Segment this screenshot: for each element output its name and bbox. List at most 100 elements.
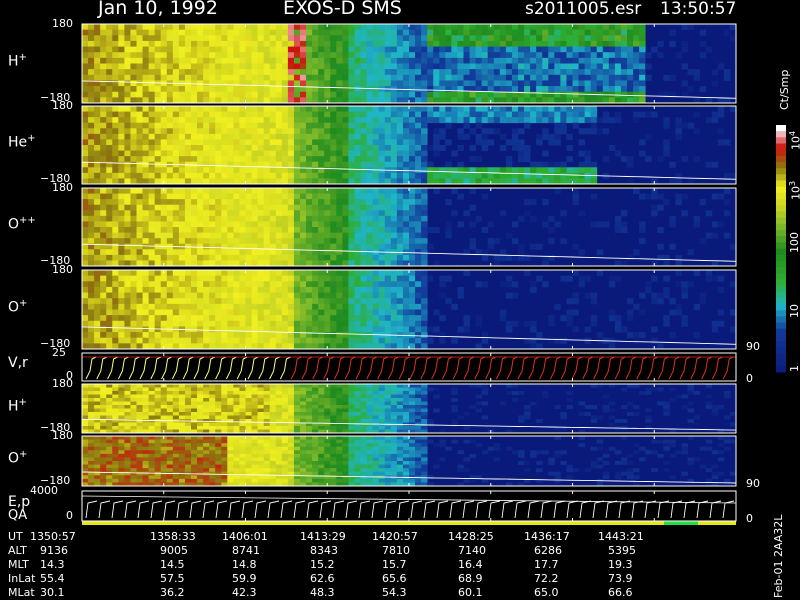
heatmap-cell [251, 391, 259, 395]
heatmap-cell [197, 74, 204, 81]
heatmap-cell [287, 139, 295, 146]
heatmap-cell [263, 227, 271, 233]
heatmap-cell [88, 111, 95, 118]
heatmap-cell [263, 145, 271, 151]
heatmap-cell [554, 40, 561, 47]
heatmap-cell [505, 24, 513, 31]
heatmap-cell [324, 215, 331, 222]
heatmap-cell [239, 412, 246, 416]
heatmap-cell [203, 86, 210, 93]
heatmap-cell [384, 309, 392, 316]
heatmap-cell [384, 150, 392, 157]
heatmap-cell [318, 394, 325, 399]
heatmap-cell [118, 46, 125, 53]
heatmap-cell [342, 412, 349, 416]
heatmap-cell [300, 415, 307, 420]
heatmap-cell [324, 210, 331, 217]
heatmap-cell [112, 204, 119, 211]
heatmap-cell [287, 188, 295, 194]
heatmap-cell [354, 57, 361, 64]
heatmap-cell [614, 227, 622, 233]
heatmap-cell [184, 315, 192, 322]
heatmap-cell [669, 40, 676, 47]
heatmap-cell [596, 249, 604, 256]
heatmap-cell [287, 161, 295, 168]
heatmap-cell [257, 391, 265, 395]
heatmap-cell [318, 69, 325, 76]
heatmap-cell [269, 35, 277, 42]
heatmap-cell [360, 80, 368, 87]
heatmap-cell [221, 391, 228, 395]
heatmap-cell [409, 199, 416, 206]
heatmap-cell [318, 46, 325, 53]
heatmap-cell [281, 193, 289, 200]
heatmap-cell [342, 52, 349, 59]
heatmap-cell [160, 315, 168, 322]
heatmap-cell [433, 167, 440, 174]
heatmap-cell [627, 40, 634, 47]
heatmap-cell [318, 384, 325, 388]
heatmap-cell [166, 332, 174, 339]
heatmap-cell [487, 243, 495, 250]
heatmap-cell [166, 292, 174, 299]
heatmap-cell [112, 167, 119, 174]
heatmap-cell [100, 309, 107, 316]
heatmap-cell [415, 193, 422, 200]
heatmap-cell [415, 343, 422, 350]
heatmap-cell [348, 320, 355, 327]
heatmap-cell [699, 29, 707, 36]
heatmap-cell [614, 117, 622, 124]
heatmap-cell [536, 111, 543, 118]
heatmap-cell [505, 156, 513, 163]
heatmap-cell [154, 193, 162, 200]
heatmap-cell [330, 303, 337, 310]
heatmap-cell [124, 139, 131, 146]
heatmap-cell [160, 422, 168, 427]
heatmap-cell [275, 193, 283, 200]
heatmap-cell [178, 29, 186, 36]
heatmap-cell [124, 150, 131, 157]
heatmap-cell [275, 398, 283, 402]
heatmap-cell [312, 193, 319, 200]
heatmap-cell [148, 156, 156, 163]
heatmap-cell [318, 415, 325, 420]
heatmap-cell [293, 394, 301, 399]
heatmap-cell [251, 286, 259, 293]
heatmap-cell [191, 343, 198, 350]
heatmap-cell [233, 204, 240, 211]
heatmap-cell [493, 24, 501, 31]
heatmap-cell [100, 199, 107, 206]
heatmap-cell [433, 111, 440, 118]
heatmap-cell [306, 326, 313, 333]
heatmap-cell [130, 122, 137, 129]
heatmap-cell [94, 106, 101, 112]
heatmap-cell [233, 315, 240, 322]
heatmap-cell [596, 117, 604, 124]
heatmap-cell [203, 63, 210, 70]
heatmap-cell [354, 292, 361, 299]
heatmap-cell [160, 391, 168, 395]
heatmap-cell [245, 426, 252, 430]
heatmap-cell [324, 292, 331, 299]
heatmap-cell [245, 63, 252, 70]
heatmap-cell [106, 63, 113, 70]
heatmap-cell [227, 405, 234, 409]
heatmap-cell [184, 391, 192, 395]
heatmap-cell [281, 309, 289, 316]
heatmap-cell [378, 139, 386, 146]
heatmap-cell [572, 57, 579, 64]
heatmap-cell [354, 394, 361, 399]
heatmap-cell [536, 117, 543, 124]
heatmap-cell [372, 215, 380, 222]
heatmap-cell [348, 106, 355, 112]
heatmap-cell [354, 275, 361, 282]
heatmap-cell [154, 117, 162, 124]
heatmap-cell [560, 80, 567, 87]
heatmap-cell [82, 405, 89, 409]
heatmap-cell [596, 86, 604, 93]
heatmap-cell [681, 292, 688, 299]
heatmap-cell [88, 332, 95, 339]
heatmap-cell [263, 412, 271, 416]
heatmap-cell [439, 29, 446, 36]
heatmap-cell [439, 24, 446, 31]
